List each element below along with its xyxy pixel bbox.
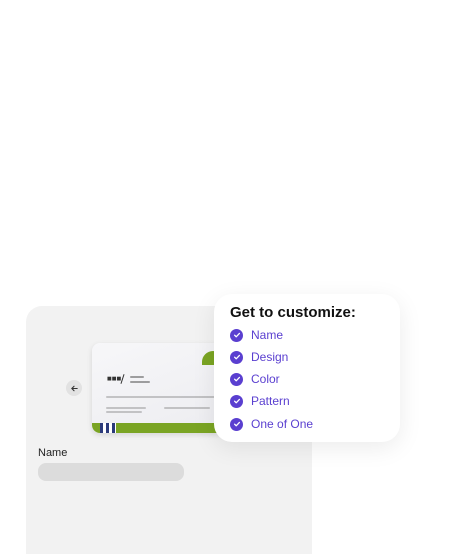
feature-label: One of One: [251, 417, 314, 431]
card-text-line: [106, 396, 216, 398]
card-text-line: [130, 376, 144, 378]
card-text-line: [164, 407, 210, 409]
name-label: Name: [38, 447, 68, 459]
check-circle-icon: [230, 350, 243, 364]
feature-label: Design: [251, 350, 289, 364]
card-text-line: [130, 381, 150, 383]
name-input[interactable]: [38, 463, 184, 481]
feature-item-name: Name: [230, 328, 283, 342]
back-button[interactable]: [66, 380, 82, 396]
card-pattern: [100, 423, 116, 433]
popover-title: Get to customize:: [230, 304, 356, 321]
check-circle-icon: [230, 417, 243, 431]
feature-item-pattern: Pattern: [230, 394, 290, 408]
arrow-left-icon: [70, 385, 78, 391]
customize-popover: Get to customize: Name Design Color Patt…: [214, 294, 400, 442]
check-circle-icon: [230, 328, 243, 342]
feature-label: Pattern: [251, 394, 290, 408]
feature-item-one-of-one: One of One: [230, 417, 313, 431]
feature-item-design: Design: [230, 350, 288, 364]
feature-label: Color: [251, 372, 280, 386]
check-circle-icon: [230, 372, 243, 386]
feature-label: Name: [251, 328, 284, 342]
card-text-line: [106, 407, 146, 409]
check-circle-icon: [230, 394, 243, 408]
card-name-mark: ■■■: [107, 376, 122, 382]
feature-item-color: Color: [230, 372, 280, 386]
card-text-line: [106, 411, 142, 413]
